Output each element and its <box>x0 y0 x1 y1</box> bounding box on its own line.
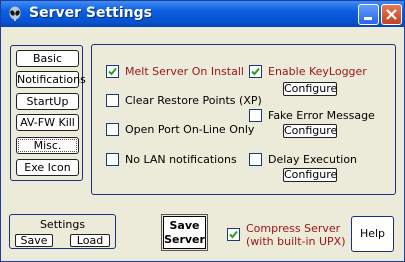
alien-icon <box>9 6 21 21</box>
save-server-line1: Save <box>169 219 200 232</box>
nav-notifications-button[interactable]: Notifications <box>16 71 86 88</box>
nav-startup-button[interactable]: StartUp <box>16 93 79 110</box>
title-bar[interactable]: Server Settings <box>1 1 404 27</box>
settings-panel: Settings Save Load <box>9 214 116 249</box>
settings-save-button[interactable]: Save <box>15 234 53 247</box>
nav-panel: Basic Notifications StartUp AV-FW Kill M… <box>10 45 86 181</box>
no-lan-checkbox[interactable] <box>106 153 119 166</box>
help-button[interactable]: Help <box>351 216 394 252</box>
no-lan-label: No LAN notifications <box>125 153 237 166</box>
melt-server-label: Melt Server On Install <box>125 65 244 78</box>
settings-title: Settings <box>39 218 86 231</box>
fake-error-configure-button[interactable]: Configure <box>283 124 337 138</box>
melt-server-checkbox[interactable] <box>106 65 119 78</box>
check-icon <box>229 230 238 239</box>
close-icon <box>386 9 397 20</box>
compress-server-label: Compress Server <box>246 222 341 235</box>
compress-upx-label: (with built-in UPX) <box>246 235 346 248</box>
check-icon <box>108 67 117 76</box>
nav-basic-button[interactable]: Basic <box>16 50 79 67</box>
window-title: Server Settings <box>29 5 152 21</box>
delay-exec-label: Delay Execution <box>268 153 358 166</box>
open-port-checkbox[interactable] <box>106 123 119 136</box>
check-icon <box>251 67 260 76</box>
delay-exec-configure-button[interactable]: Configure <box>283 168 337 182</box>
fake-error-checkbox[interactable] <box>249 109 262 122</box>
save-server-button[interactable]: Save Server <box>161 214 208 251</box>
close-button[interactable] <box>381 4 402 25</box>
keylogger-label: Enable KeyLogger <box>268 65 367 78</box>
settings-load-button[interactable]: Load <box>70 234 110 247</box>
nav-misc-button[interactable]: Misc. <box>16 137 79 154</box>
delay-exec-checkbox[interactable] <box>249 153 262 166</box>
save-server-line2: Server <box>164 233 205 246</box>
fake-error-label: Fake Error Message <box>268 109 375 122</box>
keylogger-configure-button[interactable]: Configure <box>283 82 337 96</box>
nav-avfw-kill-button[interactable]: AV-FW Kill <box>16 114 79 131</box>
clear-restore-label: Clear Restore Points (XP) <box>125 94 262 107</box>
keylogger-checkbox[interactable] <box>249 65 262 78</box>
compress-server-checkbox[interactable] <box>227 228 240 241</box>
open-port-label: Open Port On-Line Only <box>125 123 255 136</box>
minimize-icon <box>364 17 372 20</box>
nav-exe-icon-button[interactable]: Exe Icon <box>16 159 79 176</box>
clear-restore-checkbox[interactable] <box>106 94 119 107</box>
minimize-button[interactable] <box>358 4 379 25</box>
misc-options-panel: Melt Server On Install Clear Restore Poi… <box>91 44 396 195</box>
server-settings-window: Server Settings Basic Notifications Star… <box>0 0 405 262</box>
